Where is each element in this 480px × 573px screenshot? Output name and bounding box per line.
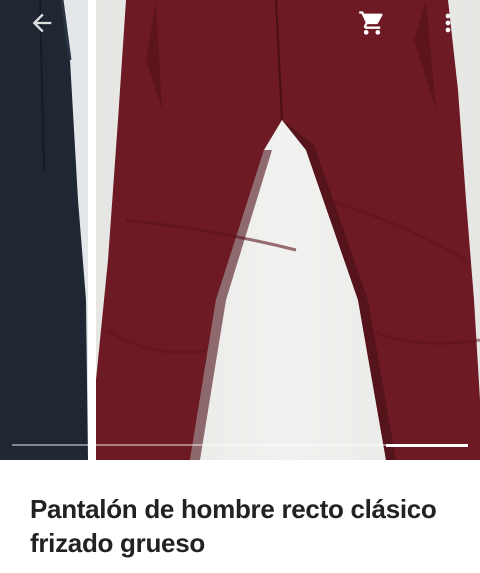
product-image-gallery[interactable] — [0, 0, 480, 460]
image-toolbar — [0, 0, 480, 46]
arrow-left-icon — [32, 13, 52, 33]
more-options-button[interactable] — [428, 4, 468, 42]
product-photo-burgundy[interactable] — [96, 0, 480, 460]
burgundy-pants-image — [96, 0, 480, 460]
more-vert-icon — [445, 13, 451, 33]
product-title: Pantalón de hombre recto clásico frizado… — [30, 494, 437, 558]
product-photo-navy[interactable] — [0, 0, 88, 460]
back-button[interactable] — [22, 4, 62, 42]
cart-button[interactable] — [352, 4, 392, 42]
gallery-scrollbar-thumb[interactable] — [386, 444, 468, 447]
shopping-cart-icon — [359, 11, 383, 35]
navy-pants-image — [0, 0, 88, 460]
